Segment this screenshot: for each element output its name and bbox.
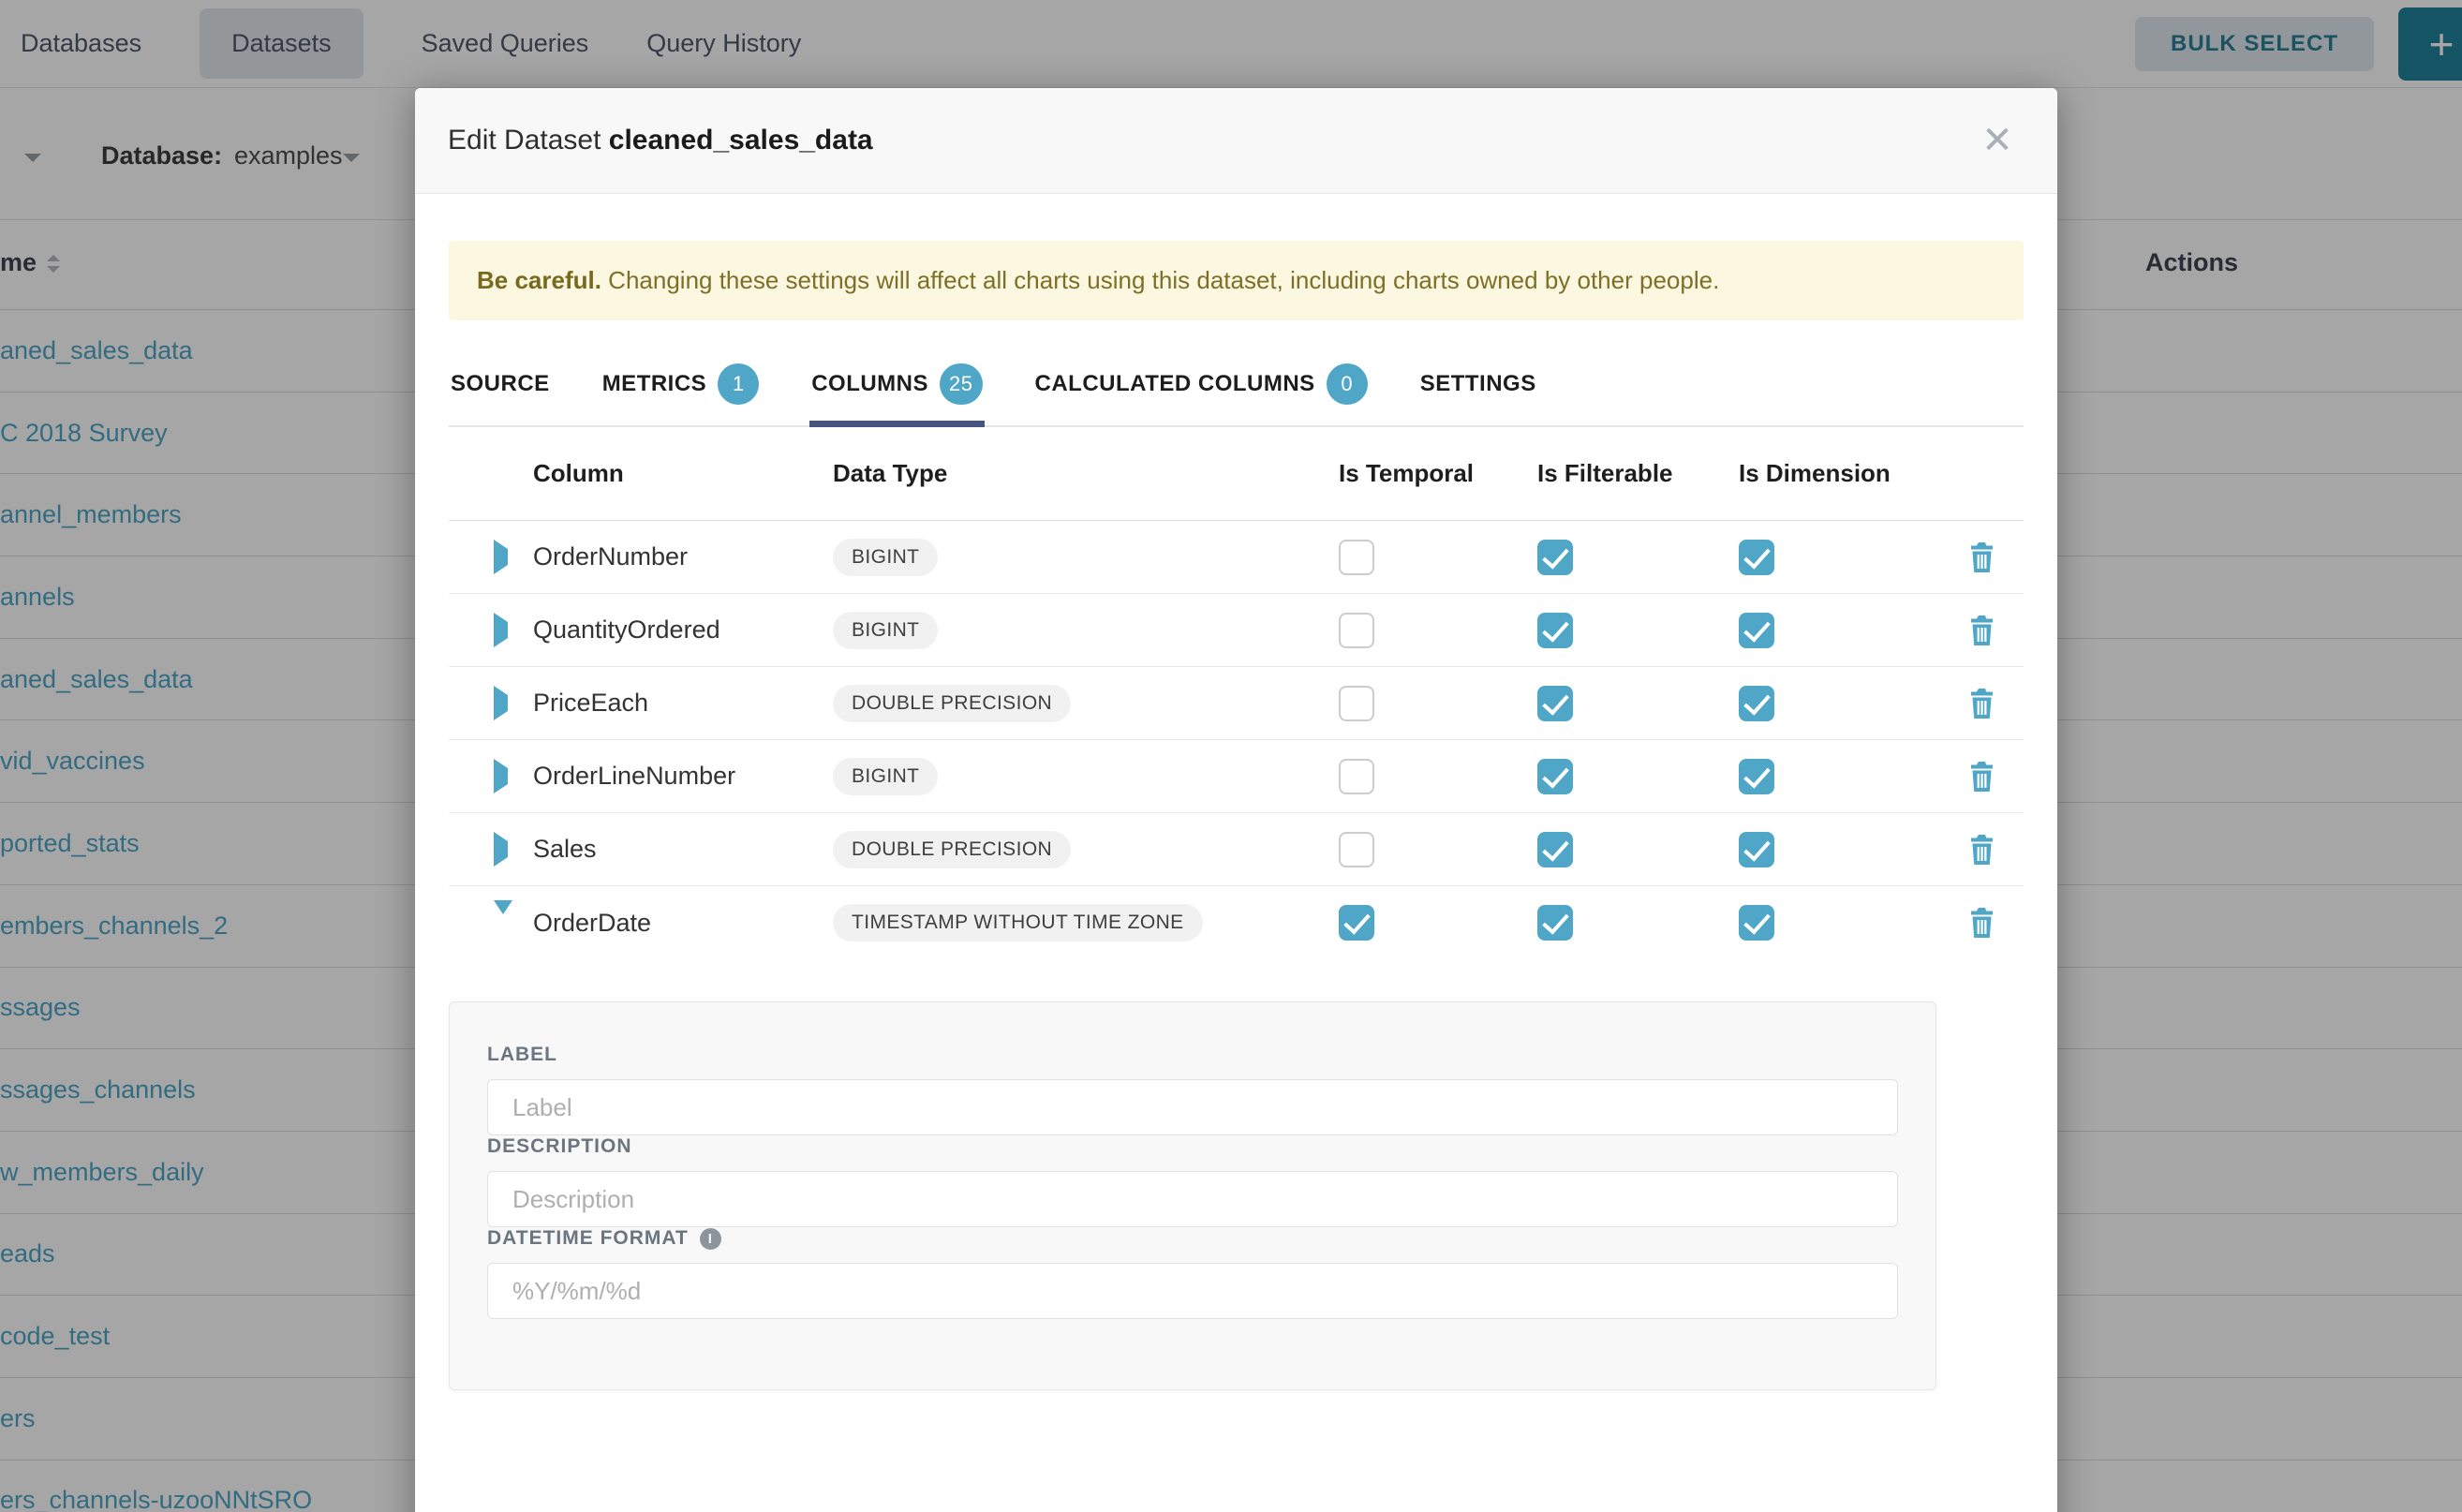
description-input[interactable]: [487, 1171, 1898, 1227]
tab-calculated-columns[interactable]: CALCULATED COLUMNS 0: [1033, 350, 1370, 425]
column-name: OrderLineNumber: [533, 762, 833, 791]
is-filterable-checkbox[interactable]: [1537, 613, 1573, 648]
tab-label: CALCULATED COLUMNS: [1035, 371, 1315, 397]
tab-count-badge: 0: [1327, 363, 1368, 405]
modal-title-dataset-name: cleaned_sales_data: [609, 125, 873, 156]
form-field: LABEL: [487, 1044, 1898, 1135]
column-name: PriceEach: [533, 689, 833, 718]
is-temporal-checkbox[interactable]: [1339, 613, 1374, 648]
field-label: LABEL: [487, 1044, 1898, 1066]
is-dimension-checkbox[interactable]: [1739, 832, 1774, 867]
data-type-pill: BIGINT: [833, 539, 938, 576]
column-row: OrderDate TIMESTAMP WITHOUT TIME ZONE: [449, 886, 2024, 959]
tab-label: SOURCE: [451, 371, 550, 397]
expand-caret-icon[interactable]: [494, 832, 508, 867]
screen: Databases Datasets Saved Queries Query H…: [0, 0, 2462, 1512]
modal-title: Edit Dataset cleaned_sales_data: [448, 125, 873, 156]
tab-count-badge: 1: [718, 363, 759, 405]
delete-column-icon[interactable]: [1969, 835, 1995, 865]
is-dimension-checkbox[interactable]: [1739, 613, 1774, 648]
is-filterable-checkbox[interactable]: [1537, 759, 1573, 794]
expand-caret-icon[interactable]: [494, 900, 512, 930]
is-dimension-checkbox[interactable]: [1739, 686, 1774, 721]
expand-caret-icon[interactable]: [494, 686, 508, 720]
column-row: Sales DOUBLE PRECISION: [449, 813, 2024, 886]
warning-banner: Be careful. Changing these settings will…: [449, 241, 2024, 320]
is-temporal-checkbox[interactable]: [1339, 905, 1374, 941]
delete-column-icon[interactable]: [1969, 762, 1995, 792]
data-type-pill: BIGINT: [833, 612, 938, 649]
is-temporal-checkbox[interactable]: [1339, 540, 1374, 575]
is-temporal-checkbox[interactable]: [1339, 759, 1374, 794]
column-row: PriceEach DOUBLE PRECISION: [449, 667, 2024, 740]
columns-table-header: ColumnData Type Is TemporalIs Filterable…: [449, 427, 2024, 521]
column-row: QuantityOrdered BIGINT: [449, 594, 2024, 667]
tab-label: COLUMNS: [811, 371, 928, 397]
info-icon[interactable]: i: [700, 1228, 721, 1250]
is-filterable-checkbox[interactable]: [1537, 686, 1573, 721]
column-settings-panel: LABEL DESCRIPTION DATETIME FORMAT i: [449, 1001, 1936, 1390]
tab-metrics[interactable]: METRICS 1: [601, 350, 762, 425]
column-header: Is Filterable: [1537, 459, 1739, 488]
form-field: DATETIME FORMAT i: [487, 1227, 1898, 1319]
delete-column-icon[interactable]: [1969, 689, 1995, 719]
column-name: QuantityOrdered: [533, 615, 833, 645]
column-header: Column: [533, 459, 833, 488]
modal-body: Be careful. Changing these settings will…: [415, 194, 2057, 1390]
column-row: OrderNumber BIGINT: [449, 521, 2024, 594]
is-temporal-checkbox[interactable]: [1339, 686, 1374, 721]
column-row: OrderLineNumber BIGINT: [449, 740, 2024, 813]
column-header: Data Type: [833, 459, 1339, 488]
expand-caret-icon[interactable]: [494, 540, 508, 574]
is-filterable-checkbox[interactable]: [1537, 905, 1573, 941]
tab-settings[interactable]: SETTINGS: [1418, 350, 1538, 425]
datetime-format-input[interactable]: [487, 1263, 1898, 1319]
tab-columns[interactable]: COLUMNS 25: [809, 350, 984, 425]
warning-bold: Be careful.: [477, 266, 601, 294]
is-filterable-checkbox[interactable]: [1537, 540, 1573, 575]
label-input[interactable]: [487, 1079, 1898, 1135]
delete-column-icon[interactable]: [1969, 615, 1995, 645]
column-name: OrderDate: [533, 909, 833, 938]
modal-header: Edit Dataset cleaned_sales_data ✕: [415, 88, 2057, 194]
modal-tabs: SOURCE METRICS 1 COLUMNS 25 CALCULATED C…: [449, 345, 2024, 427]
close-icon[interactable]: ✕: [1969, 112, 2025, 169]
is-dimension-checkbox[interactable]: [1739, 759, 1774, 794]
expand-caret-icon[interactable]: [494, 613, 508, 647]
column-name: OrderNumber: [533, 542, 833, 571]
is-temporal-checkbox[interactable]: [1339, 832, 1374, 867]
form-field: DESCRIPTION: [487, 1135, 1898, 1227]
data-type-pill: DOUBLE PRECISION: [833, 831, 1071, 868]
field-label: DATETIME FORMAT i: [487, 1227, 1898, 1250]
tab-count-badge: 25: [940, 363, 982, 405]
is-filterable-checkbox[interactable]: [1537, 832, 1573, 867]
edit-dataset-modal: Edit Dataset cleaned_sales_data ✕ Be car…: [415, 88, 2057, 1512]
columns-table-body: OrderNumber BIGINT QuantityOrdered BIGIN…: [449, 521, 2024, 959]
delete-column-icon[interactable]: [1969, 542, 1995, 572]
warning-text: Changing these settings will affect all …: [601, 266, 1719, 294]
delete-column-icon[interactable]: [1969, 908, 1995, 938]
data-type-pill: BIGINT: [833, 758, 938, 795]
data-type-pill: DOUBLE PRECISION: [833, 685, 1071, 722]
tab-source[interactable]: SOURCE: [449, 350, 552, 425]
is-dimension-checkbox[interactable]: [1739, 540, 1774, 575]
tab-label: METRICS: [602, 371, 707, 397]
field-label: DESCRIPTION: [487, 1135, 1898, 1158]
data-type-pill: TIMESTAMP WITHOUT TIME ZONE: [833, 904, 1203, 941]
modal-title-prefix: Edit Dataset: [448, 125, 601, 156]
is-dimension-checkbox[interactable]: [1739, 905, 1774, 941]
column-name: Sales: [533, 835, 833, 864]
column-header: Is Temporal: [1339, 459, 1537, 488]
column-header: Is Dimension: [1739, 459, 1940, 488]
expand-caret-icon[interactable]: [494, 759, 508, 793]
tab-label: SETTINGS: [1420, 371, 1536, 397]
